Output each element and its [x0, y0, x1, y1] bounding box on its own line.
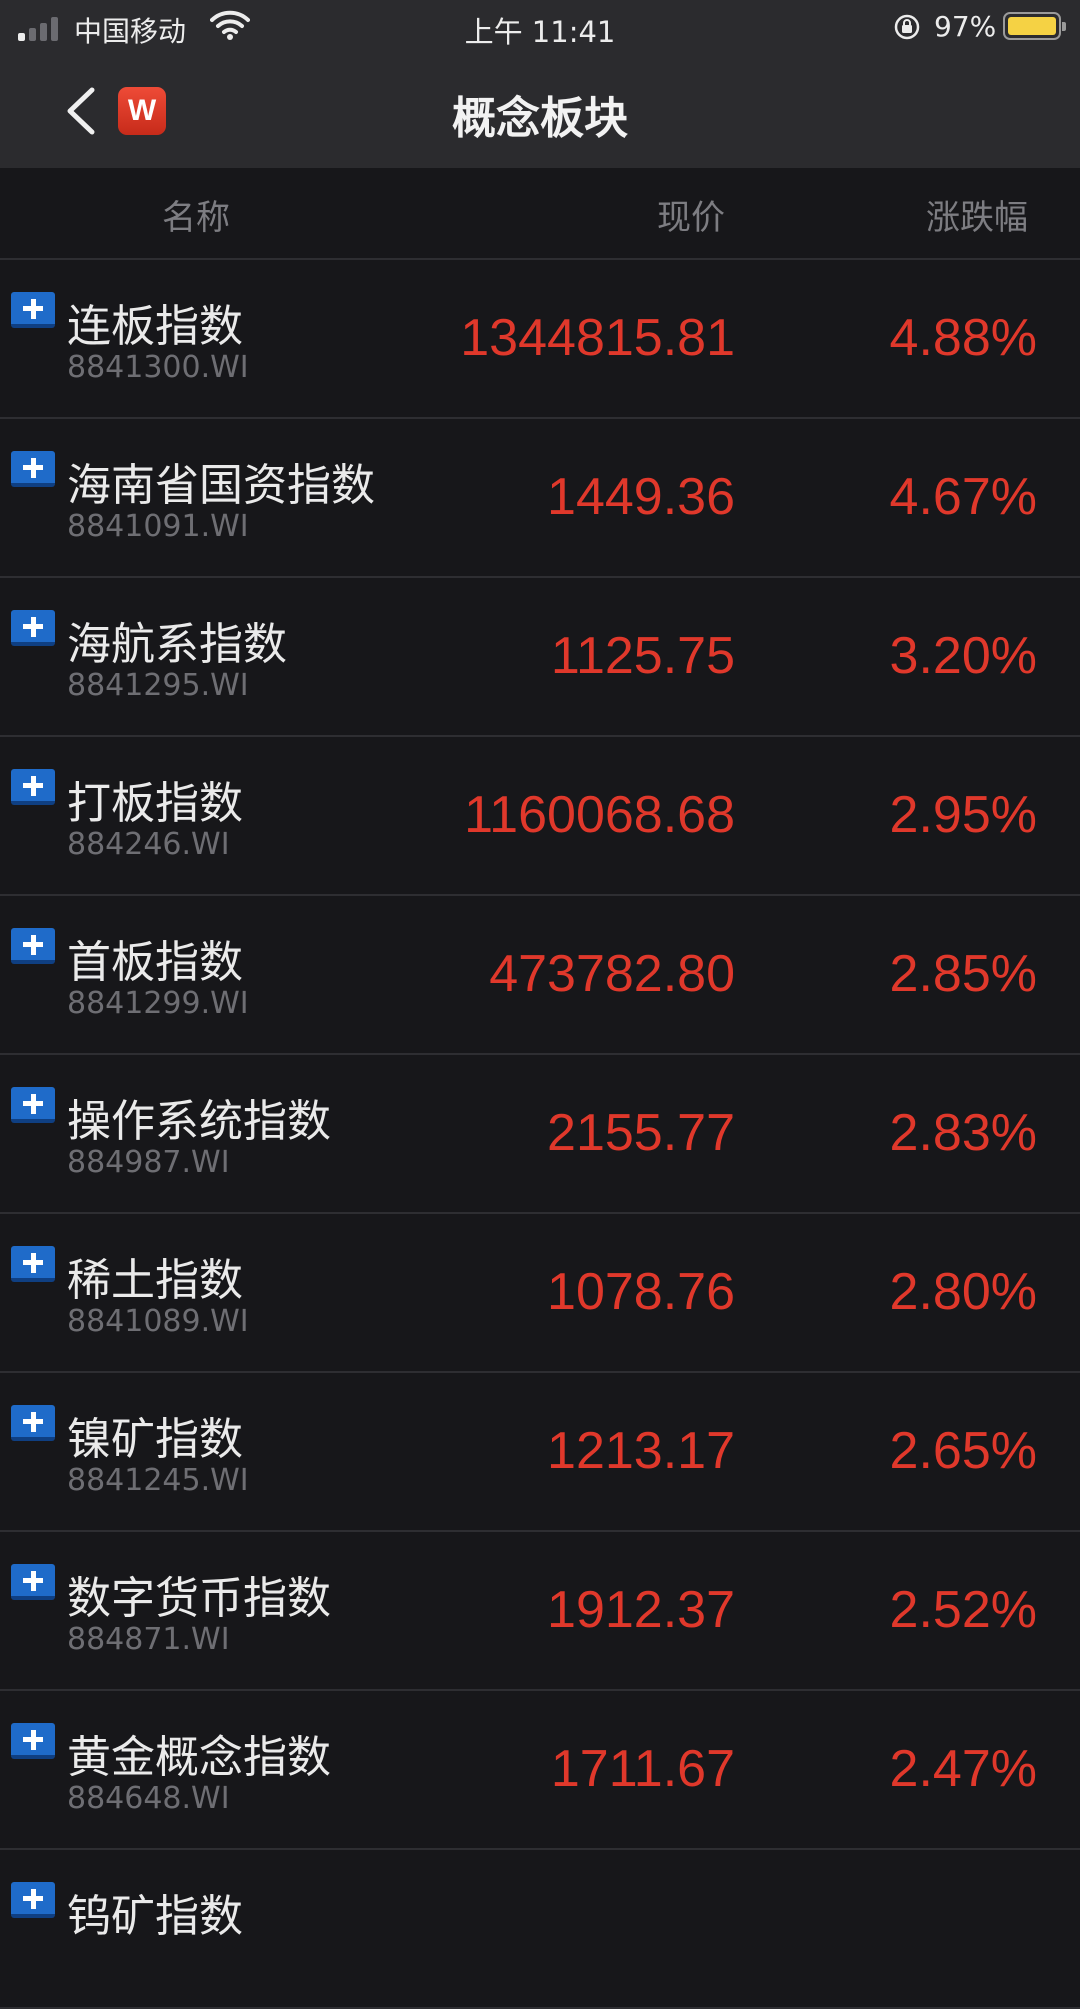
sector-code: 8841091.WI	[67, 509, 249, 544]
sector-code: 8841295.WI	[67, 668, 249, 703]
column-change-header[interactable]: 涨跌幅	[926, 190, 1028, 239]
sector-list: 连板指数 8841300.WI 1344815.81 4.88% 海南省国资指数…	[0, 260, 1080, 2009]
sector-change: 2.47%	[889, 1740, 1037, 1798]
sector-change: 2.80%	[889, 1263, 1037, 1321]
sector-name: 打板指数	[67, 778, 243, 829]
sector-code: 8841300.WI	[67, 350, 249, 385]
column-price-header[interactable]: 现价	[657, 190, 725, 239]
sector-name: 海航系指数	[67, 619, 287, 670]
sector-code: 8841245.WI	[67, 1463, 249, 1498]
sector-change: 4.88%	[889, 309, 1037, 367]
add-watchlist-icon[interactable]	[11, 451, 55, 487]
sector-price: 1711.67	[550, 1740, 735, 1798]
battery-icon	[1003, 12, 1066, 40]
sector-price: 1160068.68	[464, 786, 735, 844]
sector-name: 稀土指数	[67, 1255, 243, 1306]
status-bar: 中国移动 上午 11:41 97%	[0, 0, 1080, 54]
sector-price: 1449.36	[547, 468, 735, 526]
sector-price: 1125.75	[550, 627, 735, 685]
sector-name: 数字货币指数	[67, 1573, 331, 1624]
table-row[interactable]: 镍矿指数 8841245.WI 1213.17 2.65%	[0, 1373, 1080, 1532]
add-watchlist-icon[interactable]	[11, 610, 55, 646]
table-row[interactable]: 海航系指数 8841295.WI 1125.75 3.20%	[0, 578, 1080, 737]
column-name-header[interactable]: 名称	[162, 190, 230, 239]
sector-name: 海南省国资指数	[67, 460, 375, 511]
add-watchlist-icon[interactable]	[11, 1882, 55, 1918]
add-watchlist-icon[interactable]	[11, 1246, 55, 1282]
table-row[interactable]: 钨矿指数	[0, 1850, 1080, 2009]
table-row[interactable]: 连板指数 8841300.WI 1344815.81 4.88%	[0, 260, 1080, 419]
sector-price: 473782.80	[489, 945, 735, 1003]
sector-change: 2.95%	[889, 786, 1037, 844]
table-row[interactable]: 打板指数 884246.WI 1160068.68 2.95%	[0, 737, 1080, 896]
sector-change: 2.83%	[889, 1104, 1037, 1162]
rotation-lock-icon	[894, 14, 920, 40]
sector-code: 884987.WI	[67, 1145, 230, 1180]
sector-change: 2.65%	[889, 1422, 1037, 1480]
sector-price: 1912.37	[547, 1581, 735, 1639]
sector-code: 884871.WI	[67, 1622, 230, 1657]
add-watchlist-icon[interactable]	[11, 1405, 55, 1441]
add-watchlist-icon[interactable]	[11, 769, 55, 805]
sector-price: 1078.76	[547, 1263, 735, 1321]
sector-price: 2155.77	[547, 1104, 735, 1162]
sector-code: 884648.WI	[67, 1781, 230, 1816]
battery-percent: 97%	[934, 10, 997, 43]
column-header: 名称 现价 涨跌幅	[0, 168, 1080, 260]
sector-change: 3.20%	[889, 627, 1037, 685]
table-row[interactable]: 操作系统指数 884987.WI 2155.77 2.83%	[0, 1055, 1080, 1214]
sector-code: 884246.WI	[67, 827, 230, 862]
sector-change: 2.52%	[889, 1581, 1037, 1639]
page-title: 概念板块	[452, 93, 628, 144]
table-row[interactable]: 稀土指数 8841089.WI 1078.76 2.80%	[0, 1214, 1080, 1373]
sector-code: 8841299.WI	[67, 986, 249, 1021]
add-watchlist-icon[interactable]	[11, 1087, 55, 1123]
sector-name: 黄金概念指数	[67, 1732, 331, 1783]
sector-name: 钨矿指数	[67, 1891, 243, 1942]
add-watchlist-icon[interactable]	[11, 292, 55, 328]
sector-change: 2.85%	[889, 945, 1037, 1003]
add-watchlist-icon[interactable]	[11, 1723, 55, 1759]
table-row[interactable]: 黄金概念指数 884648.WI 1711.67 2.47%	[0, 1691, 1080, 1850]
sector-name: 镍矿指数	[67, 1414, 243, 1465]
nav-bar: W 概念板块	[0, 54, 1080, 168]
sector-code: 8841089.WI	[67, 1304, 249, 1339]
sector-change: 4.67%	[889, 468, 1037, 526]
sector-price: 1213.17	[547, 1422, 735, 1480]
add-watchlist-icon[interactable]	[11, 928, 55, 964]
sector-name: 连板指数	[67, 301, 243, 352]
table-row[interactable]: 海南省国资指数 8841091.WI 1449.36 4.67%	[0, 419, 1080, 578]
sector-price: 1344815.81	[460, 309, 735, 367]
sector-name: 操作系统指数	[67, 1096, 331, 1147]
table-row[interactable]: 数字货币指数 884871.WI 1912.37 2.52%	[0, 1532, 1080, 1691]
table-row[interactable]: 首板指数 8841299.WI 473782.80 2.85%	[0, 896, 1080, 1055]
add-watchlist-icon[interactable]	[11, 1564, 55, 1600]
sector-name: 首板指数	[67, 937, 243, 988]
